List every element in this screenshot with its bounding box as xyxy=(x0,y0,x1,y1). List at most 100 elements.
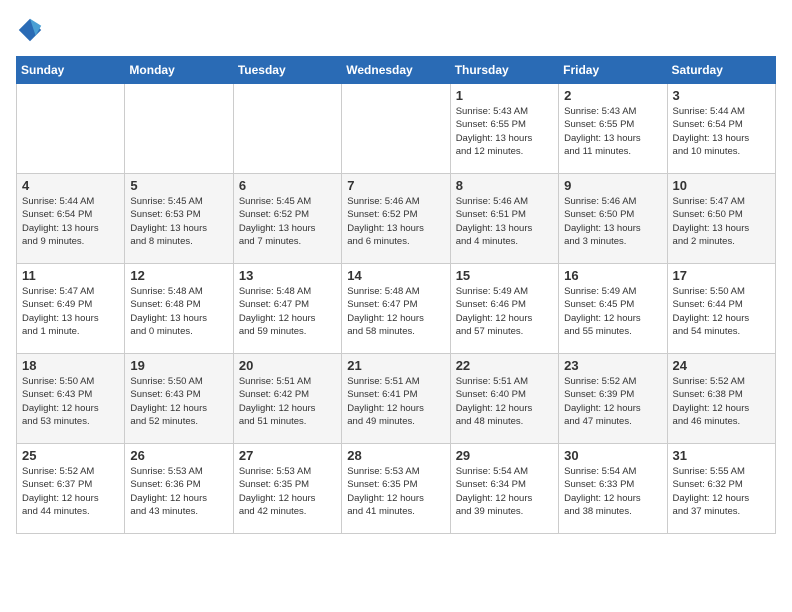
page-header xyxy=(16,16,776,44)
day-number: 14 xyxy=(347,268,444,283)
day-info: Sunrise: 5:53 AM Sunset: 6:36 PM Dayligh… xyxy=(130,465,227,518)
calendar-cell: 5 Sunrise: 5:45 AM Sunset: 6:53 PM Daylig… xyxy=(125,174,233,264)
calendar-cell: 11Sunrise: 5:47 AM Sunset: 6:49 PM Dayli… xyxy=(17,264,125,354)
day-info: Sunrise: 5:50 AM Sunset: 6:43 PM Dayligh… xyxy=(22,375,119,428)
calendar-cell: 7Sunrise: 5:46 AM Sunset: 6:52 PM Daylig… xyxy=(342,174,450,264)
calendar-cell: 10 Sunrise: 5:47 AM Sunset: 6:50 PM Dayli… xyxy=(667,174,775,264)
calendar-body: 1 Sunrise: 5:43 AM Sunset: 6:55 PM Daylig… xyxy=(17,84,776,534)
day-info: Sunrise: 5:49 AM Sunset: 6:45 PM Dayligh… xyxy=(564,285,661,338)
calendar-cell: 2 Sunrise: 5:43 AM Sunset: 6:55 PM Daylig… xyxy=(559,84,667,174)
calendar-cell: 15Sunrise: 5:49 AM Sunset: 6:46 PM Dayli… xyxy=(450,264,558,354)
day-info: Sunrise: 5:45 AM Sunset: 6:52 PM Dayligh… xyxy=(239,195,336,248)
day-info: Sunrise: 5:51 AM Sunset: 6:41 PM Dayligh… xyxy=(347,375,444,428)
day-number: 17 xyxy=(673,268,770,283)
weekday-friday: Friday xyxy=(559,57,667,84)
calendar-cell xyxy=(125,84,233,174)
day-number: 4 xyxy=(22,178,119,193)
day-number: 31 xyxy=(673,448,770,463)
calendar-week-1: 1 Sunrise: 5:43 AM Sunset: 6:55 PM Daylig… xyxy=(17,84,776,174)
calendar-cell: 8 Sunrise: 5:46 AM Sunset: 6:51 PM Daylig… xyxy=(450,174,558,264)
weekday-saturday: Saturday xyxy=(667,57,775,84)
day-info: Sunrise: 5:51 AM Sunset: 6:40 PM Dayligh… xyxy=(456,375,553,428)
calendar-cell: 9 Sunrise: 5:46 AM Sunset: 6:50 PM Daylig… xyxy=(559,174,667,264)
calendar-cell: 28Sunrise: 5:53 AM Sunset: 6:35 PM Dayli… xyxy=(342,444,450,534)
calendar-week-2: 4 Sunrise: 5:44 AM Sunset: 6:54 PM Daylig… xyxy=(17,174,776,264)
calendar-cell: 4 Sunrise: 5:44 AM Sunset: 6:54 PM Daylig… xyxy=(17,174,125,264)
calendar-week-5: 25 Sunrise: 5:52 AM Sunset: 6:37 PM Dayli… xyxy=(17,444,776,534)
calendar-cell: 24Sunrise: 5:52 AM Sunset: 6:38 PM Dayli… xyxy=(667,354,775,444)
day-number: 1 xyxy=(456,88,553,103)
day-info: Sunrise: 5:46 AM Sunset: 6:51 PM Dayligh… xyxy=(456,195,553,248)
day-info: Sunrise: 5:43 AM Sunset: 6:55 PM Dayligh… xyxy=(456,105,553,158)
day-info: Sunrise: 5:54 AM Sunset: 6:34 PM Dayligh… xyxy=(456,465,553,518)
calendar-cell: 25 Sunrise: 5:52 AM Sunset: 6:37 PM Dayli… xyxy=(17,444,125,534)
calendar-cell: 23Sunrise: 5:52 AM Sunset: 6:39 PM Dayli… xyxy=(559,354,667,444)
day-number: 12 xyxy=(130,268,227,283)
day-info: Sunrise: 5:50 AM Sunset: 6:43 PM Dayligh… xyxy=(130,375,227,428)
day-number: 27 xyxy=(239,448,336,463)
calendar-cell xyxy=(233,84,341,174)
calendar-cell: 30 Sunrise: 5:54 AM Sunset: 6:33 PM Dayli… xyxy=(559,444,667,534)
calendar-cell xyxy=(17,84,125,174)
day-number: 3 xyxy=(673,88,770,103)
calendar-cell: 13 Sunrise: 5:48 AM Sunset: 6:47 PM Dayli… xyxy=(233,264,341,354)
day-number: 18 xyxy=(22,358,119,373)
day-info: Sunrise: 5:52 AM Sunset: 6:38 PM Dayligh… xyxy=(673,375,770,428)
calendar-cell: 16 Sunrise: 5:49 AM Sunset: 6:45 PM Dayli… xyxy=(559,264,667,354)
day-info: Sunrise: 5:44 AM Sunset: 6:54 PM Dayligh… xyxy=(673,105,770,158)
calendar-cell: 3 Sunrise: 5:44 AM Sunset: 6:54 PM Daylig… xyxy=(667,84,775,174)
day-number: 6 xyxy=(239,178,336,193)
day-number: 16 xyxy=(564,268,661,283)
calendar-cell: 1 Sunrise: 5:43 AM Sunset: 6:55 PM Daylig… xyxy=(450,84,558,174)
day-number: 11 xyxy=(22,268,119,283)
calendar-week-3: 11Sunrise: 5:47 AM Sunset: 6:49 PM Dayli… xyxy=(17,264,776,354)
day-number: 21 xyxy=(347,358,444,373)
day-info: Sunrise: 5:47 AM Sunset: 6:50 PM Dayligh… xyxy=(673,195,770,248)
day-info: Sunrise: 5:44 AM Sunset: 6:54 PM Dayligh… xyxy=(22,195,119,248)
day-number: 8 xyxy=(456,178,553,193)
calendar-cell: 12 Sunrise: 5:48 AM Sunset: 6:48 PM Dayli… xyxy=(125,264,233,354)
calendar-cell: 19 Sunrise: 5:50 AM Sunset: 6:43 PM Dayli… xyxy=(125,354,233,444)
day-info: Sunrise: 5:48 AM Sunset: 6:47 PM Dayligh… xyxy=(239,285,336,338)
calendar-cell: 29 Sunrise: 5:54 AM Sunset: 6:34 PM Dayli… xyxy=(450,444,558,534)
day-info: Sunrise: 5:48 AM Sunset: 6:47 PM Dayligh… xyxy=(347,285,444,338)
day-number: 25 xyxy=(22,448,119,463)
weekday-wednesday: Wednesday xyxy=(342,57,450,84)
day-number: 29 xyxy=(456,448,553,463)
day-number: 15 xyxy=(456,268,553,283)
calendar-cell: 14 Sunrise: 5:48 AM Sunset: 6:47 PM Dayli… xyxy=(342,264,450,354)
day-number: 13 xyxy=(239,268,336,283)
calendar-cell: 21 Sunrise: 5:51 AM Sunset: 6:41 PM Dayli… xyxy=(342,354,450,444)
day-info: Sunrise: 5:52 AM Sunset: 6:37 PM Dayligh… xyxy=(22,465,119,518)
weekday-monday: Monday xyxy=(125,57,233,84)
day-info: Sunrise: 5:55 AM Sunset: 6:32 PM Dayligh… xyxy=(673,465,770,518)
day-number: 23 xyxy=(564,358,661,373)
day-info: Sunrise: 5:46 AM Sunset: 6:50 PM Dayligh… xyxy=(564,195,661,248)
day-number: 2 xyxy=(564,88,661,103)
day-info: Sunrise: 5:53 AM Sunset: 6:35 PM Dayligh… xyxy=(239,465,336,518)
weekday-header-row: SundayMondayTuesdayWednesdayThursdayFrid… xyxy=(17,57,776,84)
day-info: Sunrise: 5:48 AM Sunset: 6:48 PM Dayligh… xyxy=(130,285,227,338)
day-info: Sunrise: 5:46 AM Sunset: 6:52 PM Dayligh… xyxy=(347,195,444,248)
calendar-cell: 22 Sunrise: 5:51 AM Sunset: 6:40 PM Dayli… xyxy=(450,354,558,444)
day-number: 9 xyxy=(564,178,661,193)
calendar-table: SundayMondayTuesdayWednesdayThursdayFrid… xyxy=(16,56,776,534)
weekday-sunday: Sunday xyxy=(17,57,125,84)
day-number: 30 xyxy=(564,448,661,463)
calendar-cell: 26Sunrise: 5:53 AM Sunset: 6:36 PM Dayli… xyxy=(125,444,233,534)
logo xyxy=(16,16,48,44)
day-info: Sunrise: 5:54 AM Sunset: 6:33 PM Dayligh… xyxy=(564,465,661,518)
calendar-cell: 17 Sunrise: 5:50 AM Sunset: 6:44 PM Dayli… xyxy=(667,264,775,354)
day-info: Sunrise: 5:43 AM Sunset: 6:55 PM Dayligh… xyxy=(564,105,661,158)
day-number: 22 xyxy=(456,358,553,373)
day-number: 19 xyxy=(130,358,227,373)
day-info: Sunrise: 5:50 AM Sunset: 6:44 PM Dayligh… xyxy=(673,285,770,338)
day-number: 28 xyxy=(347,448,444,463)
day-number: 20 xyxy=(239,358,336,373)
day-info: Sunrise: 5:51 AM Sunset: 6:42 PM Dayligh… xyxy=(239,375,336,428)
day-number: 5 xyxy=(130,178,227,193)
day-number: 10 xyxy=(673,178,770,193)
calendar-cell: 31 Sunrise: 5:55 AM Sunset: 6:32 PM Dayli… xyxy=(667,444,775,534)
calendar-week-4: 18 Sunrise: 5:50 AM Sunset: 6:43 PM Dayli… xyxy=(17,354,776,444)
day-info: Sunrise: 5:45 AM Sunset: 6:53 PM Dayligh… xyxy=(130,195,227,248)
